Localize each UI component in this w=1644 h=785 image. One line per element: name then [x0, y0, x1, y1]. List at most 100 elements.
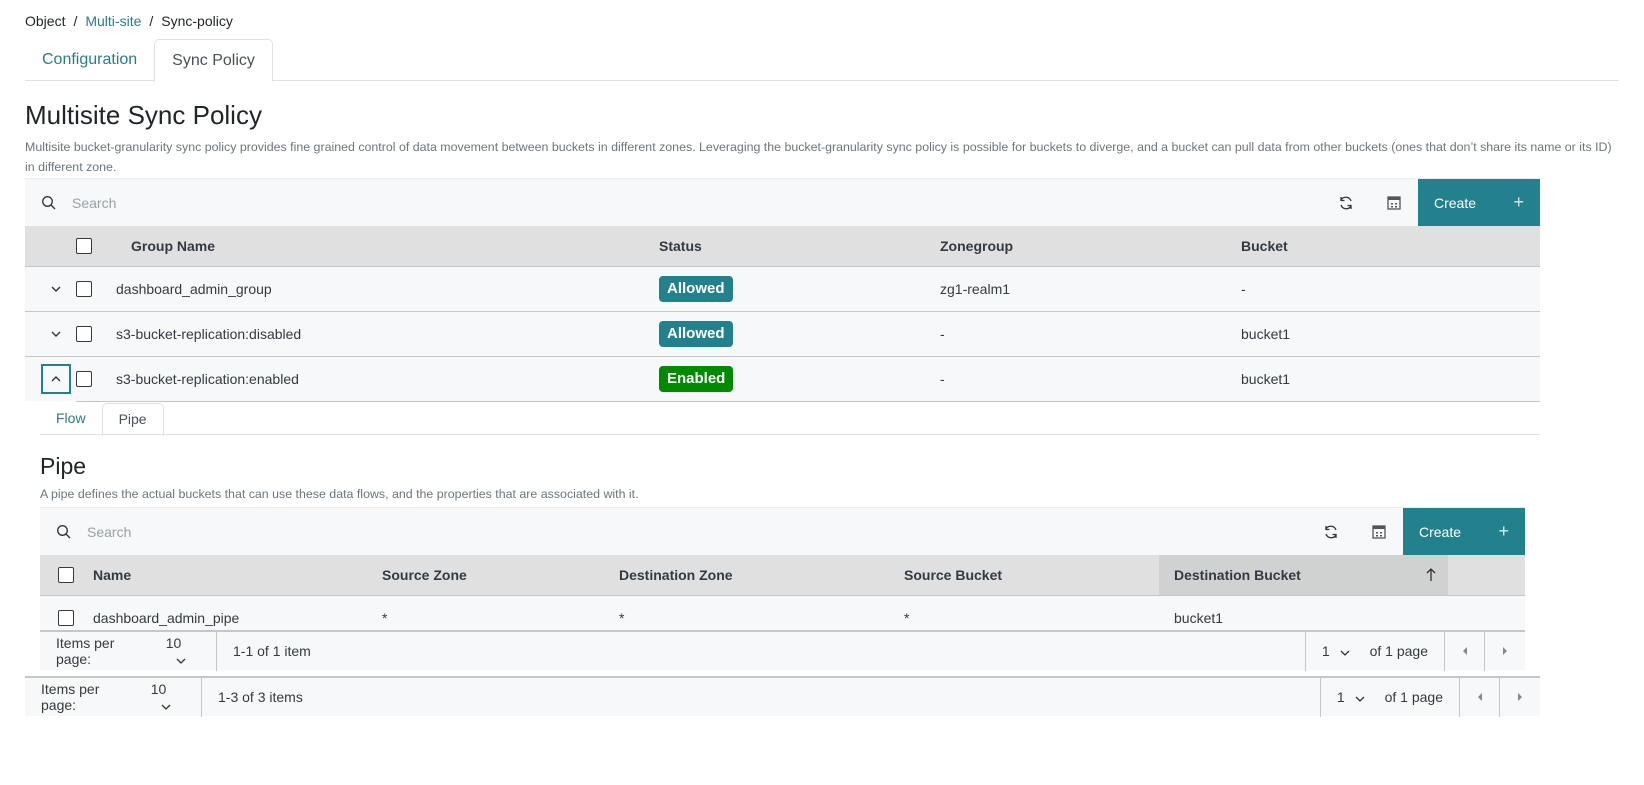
select-all-checkbox[interactable]: [58, 567, 74, 584]
bucket: bucket1: [1241, 311, 1540, 357]
chevron-down-icon: [1355, 696, 1365, 702]
refresh-icon: [1325, 525, 1337, 538]
breadcrumb-sync-policy: Sync-policy: [161, 13, 233, 29]
breadcrumb: Object / Multi-site / Sync-policy: [25, 13, 233, 29]
caret-left-icon: [1462, 647, 1467, 655]
search-icon: [56, 524, 72, 540]
caret-right-icon: [1518, 693, 1522, 701]
previous-page-button[interactable]: [1445, 631, 1485, 671]
bucket: -: [1241, 266, 1540, 312]
detail-tabs: Flow Pipe: [40, 403, 1540, 436]
status-badge: Allowed: [659, 320, 733, 347]
table-row[interactable]: dashboard_admin_group Allowed zg1-realm1…: [25, 266, 1540, 312]
items-per-page-select[interactable]: 10: [151, 681, 185, 713]
tab-pipe[interactable]: Pipe: [101, 403, 164, 436]
refresh-icon: [1340, 196, 1352, 209]
zonegroup: zg1-realm1: [940, 266, 1241, 312]
collapse-row-button[interactable]: [41, 363, 71, 394]
row-checkbox[interactable]: [76, 281, 92, 298]
expand-row-button[interactable]: [41, 319, 71, 349]
next-page-button[interactable]: [1500, 677, 1540, 717]
caret-left-icon: [1477, 693, 1482, 701]
expand-row-button[interactable]: [41, 274, 71, 304]
chevron-down-icon: [161, 704, 171, 710]
plus-icon: +: [1498, 521, 1509, 541]
tab-flow[interactable]: Flow: [40, 403, 102, 435]
pipe-description: A pipe defines the actual buckets that c…: [40, 487, 639, 501]
group-name: s3-bucket-replication:disabled: [116, 311, 659, 357]
table-settings-icon: [1372, 524, 1386, 539]
table-header: Name Source Zone Destination Zone Source…: [40, 555, 1525, 596]
create-label: Create: [1434, 194, 1477, 211]
column-header[interactable]: Destination Zone: [619, 555, 904, 596]
next-page-button[interactable]: [1485, 631, 1525, 671]
column-header[interactable]: Bucket: [1241, 226, 1540, 267]
groups-toolbar: Create +: [25, 178, 1540, 227]
create-pipe-button[interactable]: Create +: [1403, 507, 1525, 556]
search-icon: [41, 195, 57, 211]
row-checkbox[interactable]: [76, 326, 92, 343]
groups-pagination: Items per page: 10 1-3 of 3 items 1 of 1…: [25, 676, 1540, 717]
column-header[interactable]: Zonegroup: [940, 226, 1241, 267]
column-settings-button[interactable]: [1355, 508, 1403, 556]
breadcrumb-object: Object: [25, 13, 66, 29]
column-settings-button[interactable]: [1370, 179, 1418, 227]
column-header[interactable]: Source Bucket: [904, 555, 1159, 596]
column-header-sorted[interactable]: Destination Bucket: [1159, 555, 1448, 596]
zonegroup: -: [940, 356, 1241, 402]
row-checkbox[interactable]: [76, 371, 92, 388]
group-name: dashboard_admin_group: [116, 266, 659, 312]
tab-sync-policy[interactable]: Sync Policy: [154, 39, 273, 82]
chevron-up-icon: [51, 375, 61, 382]
tab-configuration[interactable]: Configuration: [25, 39, 154, 81]
item-range: 1-3 of 3 items: [218, 689, 303, 705]
pipe-title: Pipe: [40, 453, 87, 479]
page-count: of 1 page: [1369, 643, 1428, 659]
column-header[interactable]: Group Name: [116, 226, 659, 267]
select-all-checkbox[interactable]: [76, 238, 92, 255]
page-title: Multisite Sync Policy: [25, 100, 262, 130]
row-checkbox[interactable]: [58, 610, 74, 627]
chevron-down-icon: [1340, 650, 1350, 656]
breadcrumb-multi-site[interactable]: Multi-site: [85, 13, 141, 29]
plus-icon: +: [1513, 192, 1524, 212]
caret-right-icon: [1503, 647, 1507, 655]
sorted-column-label: Destination Bucket: [1174, 566, 1301, 583]
breadcrumb-separator: /: [73, 13, 78, 29]
column-header[interactable]: Source Zone: [382, 555, 619, 596]
bucket: bucket1: [1241, 356, 1540, 402]
pipe-table: Name Source Zone Destination Zone Source…: [40, 555, 1525, 641]
items-per-page-label: Items per page:: [56, 635, 115, 667]
page-select[interactable]: 1: [1337, 689, 1365, 705]
refresh-button[interactable]: [1307, 508, 1355, 556]
pipe-search-input[interactable]: [87, 511, 1307, 552]
table-row-expanded[interactable]: s3-bucket-replication:enabled Enabled - …: [25, 356, 1540, 402]
column-header[interactable]: Status: [659, 226, 940, 267]
chevron-down-icon: [176, 658, 186, 664]
group-name: s3-bucket-replication:enabled: [116, 356, 659, 402]
status-badge: Enabled: [659, 365, 734, 392]
chevron-down-icon: [51, 331, 61, 337]
items-per-page-label: Items per page:: [41, 681, 100, 713]
page-description: Multisite bucket-granularity sync policy…: [25, 140, 1612, 174]
table-row[interactable]: s3-bucket-replication:disabled Allowed -…: [25, 311, 1540, 357]
status-badge: Allowed: [659, 275, 733, 302]
chevron-down-icon: [51, 286, 61, 292]
page-select[interactable]: 1: [1322, 643, 1350, 659]
main-tabs: Configuration Sync Policy: [25, 39, 1619, 82]
table-header: Group Name Status Zonegroup Bucket: [25, 226, 1540, 267]
create-group-button[interactable]: Create +: [1418, 178, 1540, 227]
table-settings-icon: [1387, 195, 1401, 210]
column-header[interactable]: Name: [93, 555, 382, 596]
item-range: 1-1 of 1 item: [233, 643, 311, 659]
pipe-pagination: Items per page: 10 1-1 of 1 item 1 of 1 …: [40, 630, 1525, 671]
groups-table: Group Name Status Zonegroup Bucket dashb…: [25, 226, 1540, 402]
groups-search-input[interactable]: [72, 182, 1322, 223]
items-per-page-select[interactable]: 10: [166, 635, 200, 667]
page-count: of 1 page: [1384, 689, 1443, 705]
breadcrumb-separator: /: [149, 13, 154, 29]
previous-page-button[interactable]: [1460, 677, 1500, 717]
refresh-button[interactable]: [1322, 179, 1370, 227]
create-label: Create: [1419, 523, 1462, 540]
sort-ascending-icon: [1426, 568, 1436, 581]
